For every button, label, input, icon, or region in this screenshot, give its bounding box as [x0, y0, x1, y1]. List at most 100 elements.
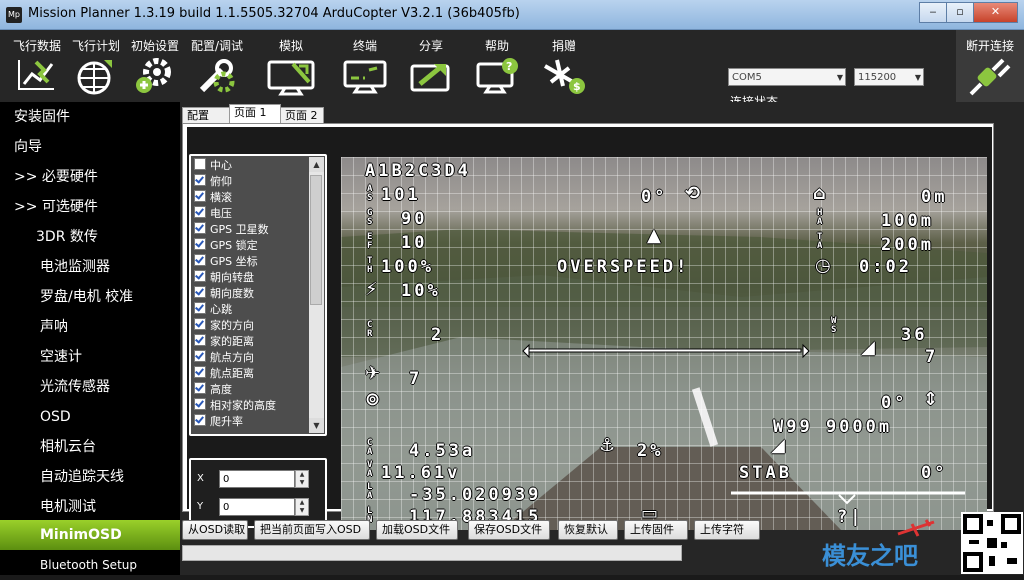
menu-share[interactable]: 分享 — [402, 30, 460, 102]
menu-flight-plan[interactable]: 飞行计划 — [68, 30, 124, 102]
checkbox[interactable] — [194, 270, 206, 282]
checkbox[interactable] — [194, 174, 206, 186]
sidebar-item-bluetooth-setup[interactable]: Bluetooth Setup — [0, 550, 180, 580]
checkbox[interactable] — [194, 334, 206, 346]
sidebar-item-optical-flow[interactable]: 光流传感器 — [0, 372, 180, 402]
sidebar-item-camera-gimbal[interactable]: 相机云台 — [0, 432, 180, 462]
sidebar-item-compass-motor-calib[interactable]: 罗盘/电机 校准 — [0, 282, 180, 312]
list-item[interactable]: 高度 — [194, 382, 306, 398]
list-item[interactable]: GPS 锁定 — [194, 238, 306, 254]
list-item[interactable]: 朝向转盘 — [194, 270, 306, 286]
checkbox[interactable] — [194, 350, 206, 362]
x-input[interactable]: 0 — [219, 470, 295, 488]
tab-page-1[interactable]: 页面 1 — [229, 104, 281, 124]
osd-icon-climb: CR — [367, 320, 373, 339]
osd-item-list[interactable]: 中心 俯仰 横滚 电压 GPS 卫星数 GPS 锁定 GPS 坐标 朝向转盘 朝… — [189, 154, 327, 436]
tab-page-2[interactable]: 页面 2 — [280, 107, 324, 124]
osd-efficiency: 10 — [401, 233, 428, 253]
menu-flight-data[interactable]: 飞行数据 — [8, 30, 66, 102]
menu-label: 飞行数据 — [12, 39, 61, 53]
sidebar-item-wizard[interactable]: 向导 — [0, 132, 180, 162]
list-item[interactable]: 家的距离 — [194, 334, 306, 350]
list-item[interactable]: GPS 坐标 — [194, 254, 306, 270]
pitch-arrow-icon: ⇕ — [923, 389, 939, 410]
menu-help[interactable]: 帮助 ? — [468, 30, 526, 102]
com-port-select[interactable]: COM5 ▼ — [728, 68, 846, 86]
upload-progress-bar — [182, 545, 682, 561]
restore-icon[interactable]: ▫ — [946, 2, 974, 23]
qr-code-icon — [963, 514, 1021, 572]
menu-terminal[interactable]: 终端 — [334, 30, 396, 102]
checkbox[interactable] — [194, 318, 206, 330]
osd-battery-percent: 10% — [401, 281, 441, 301]
checkbox[interactable] — [194, 190, 206, 202]
list-item[interactable]: 爬升率 — [194, 414, 306, 430]
checkbox[interactable] — [194, 158, 206, 170]
read-from-osd-button[interactable]: 从OSD读取 — [182, 520, 248, 540]
osd-wind-speed: 36 — [901, 325, 928, 345]
checkbox[interactable] — [194, 238, 206, 250]
list-scrollbar[interactable]: ▲ ▼ — [309, 157, 324, 433]
checkbox[interactable] — [194, 254, 206, 266]
reset-defaults-button[interactable]: 恢复默认 — [558, 520, 618, 540]
tab-config[interactable]: 配置 — [182, 107, 230, 124]
menu-simulation[interactable]: 模拟 — [258, 30, 324, 102]
connect-button[interactable]: 断开连接 — [956, 30, 1024, 102]
scroll-thumb[interactable] — [310, 175, 322, 305]
checkbox[interactable] — [194, 366, 206, 378]
list-item[interactable]: 电压 — [194, 206, 306, 222]
menu-initial-setup[interactable]: 初始设置 — [128, 30, 182, 102]
osd-altitude: 200m — [881, 235, 934, 255]
list-item[interactable]: 心跳 — [194, 302, 306, 318]
sidebar-item-optional-hardware[interactable]: >> 可选硬件 — [0, 192, 180, 222]
x-spinner[interactable]: ▲ ▼ — [295, 470, 309, 488]
checkbox[interactable] — [194, 414, 206, 426]
heading-tape — [731, 491, 965, 505]
sidebar-item-mandatory-hardware[interactable]: >> 必要硬件 — [0, 162, 180, 192]
list-item[interactable]: 朝向度数 — [194, 286, 306, 302]
save-osd-file-button[interactable]: 保存OSD文件 — [468, 520, 550, 540]
list-item[interactable]: 相对家的高度 — [194, 398, 306, 414]
list-item[interactable]: 横滚 — [194, 190, 306, 206]
position-panel: X 0 ▲ ▼ Y 0 ▲ ▼ — [189, 458, 327, 528]
checkbox[interactable] — [194, 302, 206, 314]
upload-charset-button[interactable]: 上传字符 — [694, 520, 760, 540]
list-item[interactable]: 俯仰 — [194, 174, 306, 190]
sidebar-item-osd[interactable]: OSD — [0, 402, 180, 432]
sidebar-item-minimosd[interactable]: MinimOSD — [0, 520, 180, 550]
menu-label: 初始设置 — [130, 39, 179, 53]
list-item[interactable]: 家的方向 — [194, 318, 306, 334]
watermark-logo: 模友之吧 — [820, 519, 960, 572]
list-item[interactable]: 航点距离 — [194, 366, 306, 382]
checkbox[interactable] — [194, 382, 206, 394]
menu-donate[interactable]: 捐赠 $ — [534, 30, 594, 102]
write-page-to-osd-button[interactable]: 把当前页面写入OSD — [254, 520, 370, 540]
checkbox[interactable] — [194, 206, 206, 218]
checkbox[interactable] — [194, 286, 206, 298]
sidebar-item-sonar[interactable]: 声呐 — [0, 312, 180, 342]
y-spinner[interactable]: ▲ ▼ — [295, 498, 309, 516]
sidebar-item-airspeed[interactable]: 空速计 — [0, 342, 180, 372]
checkbox[interactable] — [194, 222, 206, 234]
osd-preview[interactable]: A1B2C3D4 AS 101 GS 90 EF 10 TH 100% ⚡ 10… — [341, 157, 987, 530]
load-osd-file-button[interactable]: 加载OSD文件 — [376, 520, 458, 540]
sidebar-item-3dr-radio[interactable]: 3DR 数传 — [0, 222, 180, 252]
y-input[interactable]: 0 — [219, 498, 295, 516]
menu-config-tuning[interactable]: 配置/调试 — [186, 30, 248, 102]
close-icon[interactable]: ✕ — [973, 2, 1018, 23]
list-item[interactable]: 中心 — [194, 158, 306, 174]
sidebar-item-motor-test[interactable]: 电机测试 — [0, 492, 180, 522]
baud-rate-select[interactable]: 115200 ▼ — [854, 68, 924, 86]
osd-timer: 0:02 — [859, 257, 912, 277]
scroll-down-icon[interactable]: ▼ — [309, 418, 324, 433]
scroll-up-icon[interactable]: ▲ — [309, 157, 324, 172]
list-item[interactable]: 航点方向 — [194, 350, 306, 366]
list-item[interactable]: GPS 卫星数 — [194, 222, 306, 238]
sidebar-item-antenna-tracker[interactable]: 自动追踪天线 — [0, 462, 180, 492]
upload-firmware-button[interactable]: 上传固件 — [624, 520, 688, 540]
checkbox[interactable] — [194, 398, 206, 410]
sidebar-item-battery-monitor[interactable]: 电池监测器 — [0, 252, 180, 282]
sidebar-item-install-firmware[interactable]: 安装固件 — [0, 102, 180, 132]
menu-label: 帮助 — [484, 39, 509, 53]
minimize-icon[interactable]: ‒ — [919, 2, 947, 23]
